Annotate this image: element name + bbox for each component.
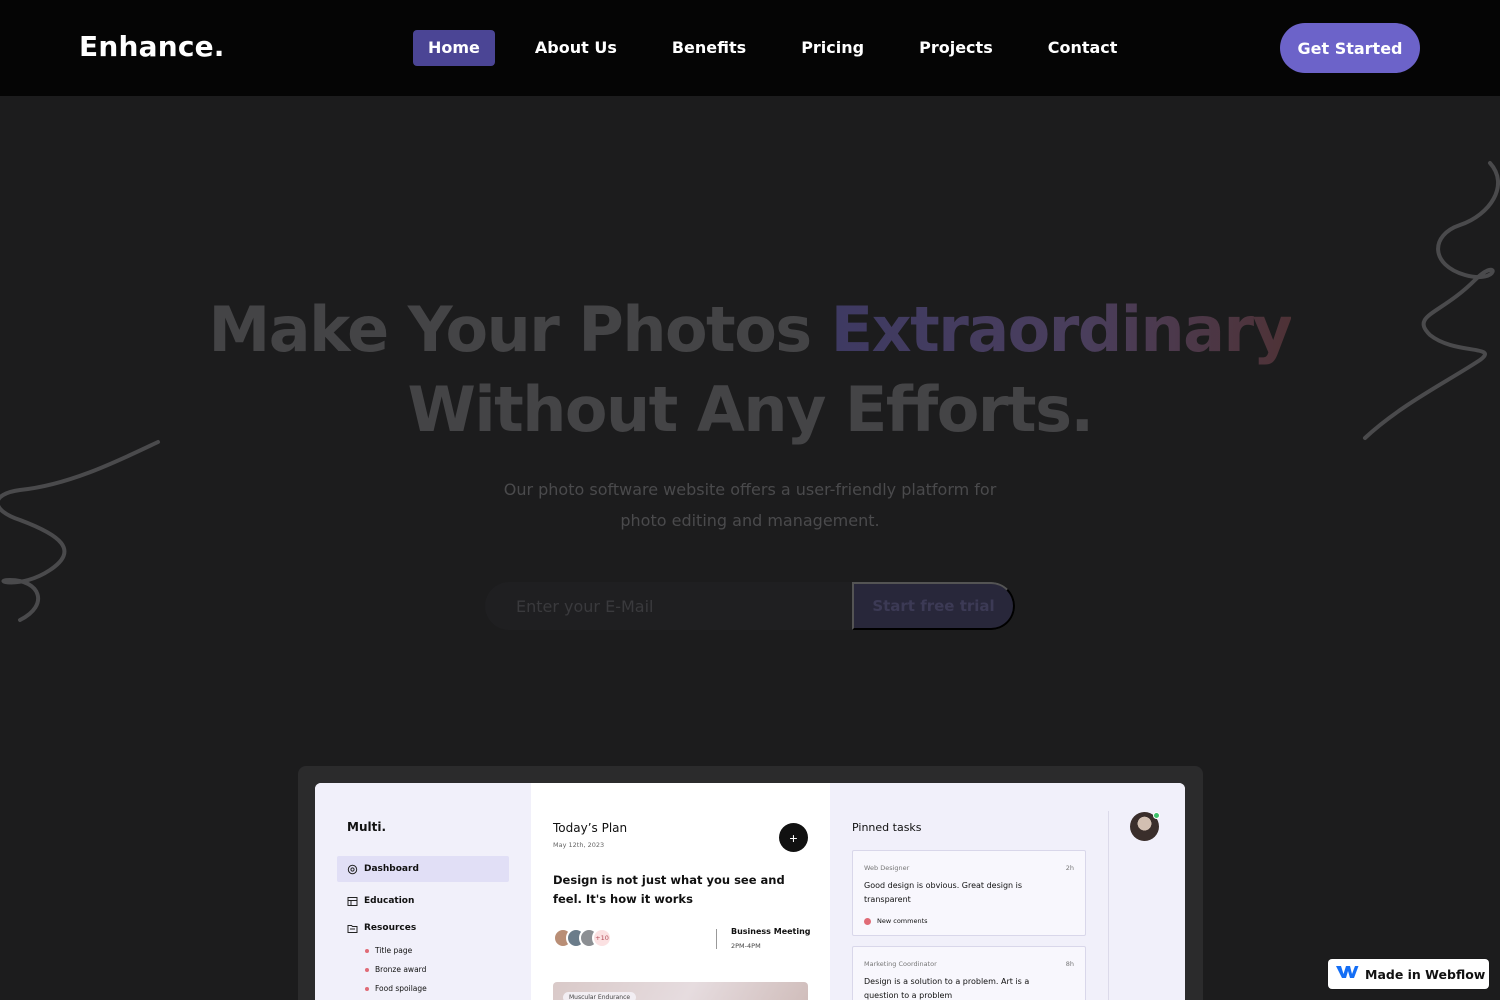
sidebar-subitem-food-spoilage: Food spoilage [365,984,427,993]
education-icon [346,895,358,907]
meeting-time: 2PM-4PM [731,942,761,950]
sidebar-subitem-label: Food spoilage [375,984,427,993]
task-text: Good design is obvious. Great design is … [864,881,1023,904]
nav-link-projects[interactable]: Projects [904,30,1008,66]
activity-image-card: Muscular Endurance [553,982,808,1000]
plus-icon: + [789,829,798,846]
nav-link-pricing[interactable]: Pricing [786,30,879,66]
preview-sidebar: Multi. Dashboard Education Resources Tit… [315,783,531,1000]
column-divider [1108,811,1109,1000]
add-plan-button: + [779,823,808,852]
task-meta: New comments [864,917,928,925]
sidebar-item-education: Education [337,888,509,914]
plan-date: May 12th, 2023 [553,841,605,849]
pinned-task-card: Marketing Coordinator 8h Design is a sol… [852,946,1086,1000]
user-avatar [1130,812,1160,841]
meeting-divider [716,929,717,949]
sidebar-subitem-label: Bronze award [375,965,427,974]
sidebar-item-resources: Resources [337,915,509,941]
nav-link-contact[interactable]: Contact [1033,30,1133,66]
pinned-task-card: Web Designer 2h Good design is obvious. … [852,850,1086,936]
more-participants-badge: +10 [592,928,612,948]
hero-headline-line2: Without Any Efforts. [407,373,1094,446]
task-time: 2h [1065,864,1074,872]
top-navbar: Enhance. Home About Us Benefits Pricing … [0,0,1500,96]
online-status-icon [1153,812,1160,819]
sidebar-subitem-bronze-award: Bronze award [365,965,426,974]
sidebar-item-label: Dashboard [364,864,419,874]
get-started-button[interactable]: Get Started [1280,23,1420,73]
hero-subtitle: Our photo software website offers a user… [503,480,997,530]
bullet-icon [365,967,369,972]
email-signup-form: Start free trial [485,582,1015,630]
task-meta-label: New comments [877,917,928,925]
task-time: 8h [1065,960,1074,968]
pinned-tasks-title: Pinned tasks [852,821,922,834]
bullet-icon [365,986,369,991]
plan-quote: Design is not just what you see and feel… [553,873,785,906]
image-tag: Muscular Endurance [563,992,637,1000]
nav-link-about-us[interactable]: About Us [520,30,632,66]
made-in-webflow-badge[interactable]: Made in Webflow [1328,959,1489,989]
sidebar-subitem-title-page: Title page [365,946,412,955]
webflow-logo-icon [1335,964,1359,985]
hero-headline: Make Your Photos Extraordinary Without A… [0,290,1500,450]
plan-title: Today’s Plan [553,821,628,835]
comment-indicator-icon [864,917,871,925]
nav-link-benefits[interactable]: Benefits [657,30,761,66]
task-role: Marketing Coordinator [864,960,937,968]
meeting-title: Business Meeting [731,927,811,936]
badge-label: Made in Webflow [1365,966,1486,982]
participant-avatars: +10 [553,928,612,950]
sidebar-item-label: Education [364,896,415,906]
preview-app-logo: Multi. [347,820,387,834]
preview-pinned-tasks: Pinned tasks Web Designer 2h Good design… [830,783,1185,1000]
nav-links: Home About Us Benefits Pricing Projects … [413,30,1157,66]
preview-todays-plan: Today’s Plan May 12th, 2023 + Design is … [531,783,830,1000]
hero-headline-part1: Make Your Photos [208,293,831,366]
sidebar-subitem-label: Title page [375,946,413,955]
sidebar-item-dashboard: Dashboard [337,856,509,882]
email-input[interactable] [485,582,852,630]
nav-link-home[interactable]: Home [413,30,495,66]
site-logo[interactable]: Enhance. [79,30,225,63]
dashboard-preview: Multi. Dashboard Education Resources Tit… [315,783,1185,1000]
resources-icon [346,922,358,934]
dashboard-icon [346,863,358,875]
task-text: Design is a solution to a problem. Art i… [864,977,1030,1000]
bullet-icon [365,948,369,953]
sidebar-item-label: Resources [364,923,417,933]
start-free-trial-button[interactable]: Start free trial [852,582,1015,630]
task-role: Web Designer [864,864,910,872]
squiggle-left-decoration [0,440,160,622]
hero-headline-highlight: Extraordinary [830,293,1293,366]
